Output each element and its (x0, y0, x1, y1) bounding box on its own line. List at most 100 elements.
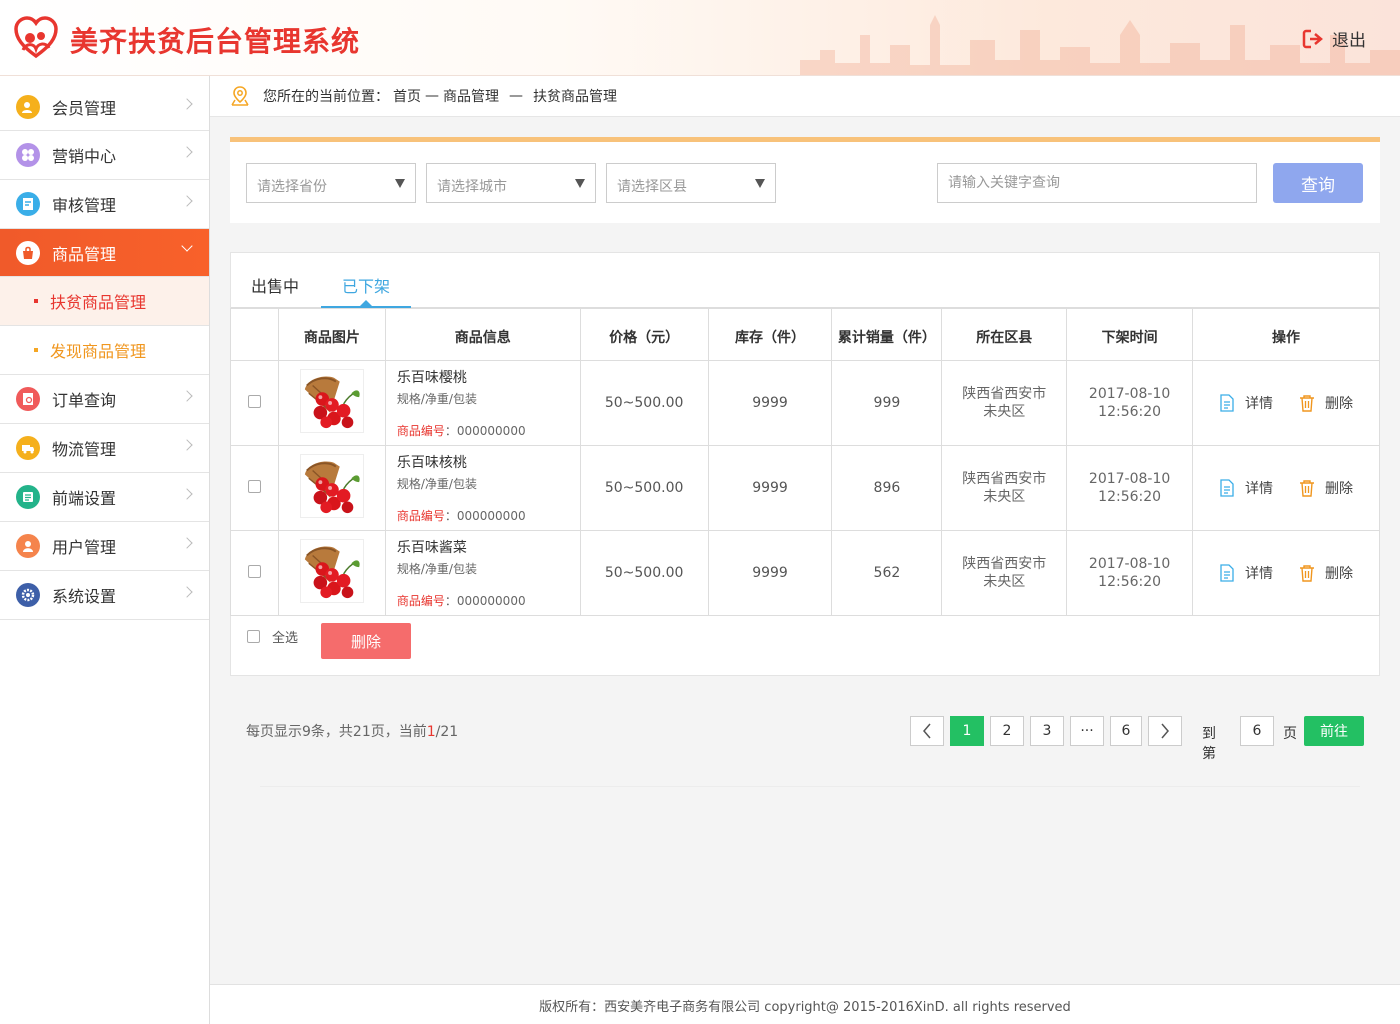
bullet-icon (34, 348, 38, 352)
logo-icon (14, 16, 58, 59)
province-select[interactable]: 请选择省份 (246, 163, 416, 203)
delete-button[interactable]: 删除 (1299, 478, 1353, 498)
table-header: 累计销量（件） (831, 308, 943, 361)
page-button[interactable]: 2 (990, 716, 1024, 746)
operations-cell: 详情 删除 (1192, 445, 1380, 531)
chevron-right-icon (181, 195, 193, 207)
settings-icon (16, 583, 40, 607)
logistics-icon (16, 436, 40, 460)
product-code-value: ：000000000 (444, 509, 526, 523)
row-checkbox[interactable] (247, 479, 261, 493)
chevron-right-icon (1161, 723, 1169, 739)
dropdown-triangle-icon (755, 179, 765, 188)
detail-icon (1220, 564, 1234, 582)
select-all-checkbox[interactable] (247, 630, 260, 643)
off-shelf-time-cell: 2017-08-10 12:56:20 (1066, 445, 1194, 531)
sidebar-item-frontend[interactable]: 前端设置 (0, 473, 209, 522)
chevron-right-icon (181, 439, 193, 451)
sidebar-item-label: 营销中心 (52, 147, 117, 166)
goto-page-input[interactable]: 6 (1240, 716, 1274, 746)
select-all-label: 全选 (272, 631, 299, 646)
marketing-icon (16, 143, 40, 167)
keyword-search-input[interactable] (937, 163, 1257, 203)
sidebar-item-users[interactable]: 用户管理 (0, 522, 209, 571)
breadcrumb-home[interactable]: 首页 (393, 86, 421, 106)
detail-button[interactable]: 详情 (1219, 563, 1273, 583)
breadcrumb-section[interactable]: 商品管理 (443, 86, 499, 106)
row-checkbox[interactable] (247, 564, 261, 578)
off-shelf-time-cell: 2017-08-10 12:56:20 (1066, 530, 1194, 616)
dropdown-triangle-icon (575, 179, 585, 188)
page-button[interactable]: 1 (950, 716, 984, 746)
city-select[interactable]: 请选择城市 (426, 163, 596, 203)
off-shelf-date: 2017-08-10 (1088, 471, 1171, 487)
order-icon (16, 387, 40, 411)
sidebar-item-member[interactable]: 会员管理 (0, 83, 209, 131)
page-ellipsis-button[interactable]: ··· (1070, 716, 1104, 746)
audit-icon (16, 192, 40, 216)
member-icon (16, 94, 40, 119)
bulk-delete-button[interactable]: 删除 (321, 623, 411, 659)
sidebar-subitem-poverty-goods[interactable]: 扶贫商品管理 (0, 277, 209, 326)
delete-button[interactable]: 删除 (1299, 563, 1353, 583)
table-header: 商品图片 (277, 308, 386, 361)
product-code-value: ：000000000 (444, 424, 526, 438)
region-district: 未央区 (983, 404, 1026, 420)
goto-label: 到第 (1202, 726, 1216, 762)
sidebar-item-settings[interactable]: 系统设置 (0, 571, 209, 620)
stock-cell: 9999 (707, 530, 833, 616)
detail-button[interactable]: 详情 (1219, 478, 1273, 498)
district-select-value: 请选择区县 (617, 179, 687, 195)
table-row: 乐百味酱菜 规格/净重/包装 商品编号：000000000 50~500.00 9999… (230, 530, 1380, 616)
query-button[interactable]: 查询 (1273, 163, 1363, 203)
breadcrumb-separator: — (425, 88, 439, 104)
delete-label: 删除 (1325, 566, 1354, 582)
page-button[interactable]: 6 (1110, 716, 1142, 746)
delete-button[interactable]: 删除 (1299, 393, 1353, 413)
prev-page-button[interactable] (910, 716, 944, 746)
sidebar-subitem-discover-goods[interactable]: 发现商品管理 (0, 326, 209, 375)
sidebar-item-goods[interactable]: 商品管理 (0, 229, 209, 277)
sidebar-item-orders[interactable]: 订单查询 (0, 375, 209, 424)
sidebar-item-audit[interactable]: 审核管理 (0, 180, 209, 229)
product-code-label: 商品编号 (396, 509, 445, 523)
product-image (299, 454, 364, 518)
logout-button[interactable]: 退出 (1302, 26, 1366, 51)
sidebar-item-label: 系统设置 (52, 587, 117, 606)
detail-button[interactable]: 详情 (1219, 393, 1273, 413)
chevron-right-icon (181, 537, 193, 549)
region-district: 未央区 (983, 489, 1026, 505)
delete-label: 删除 (1325, 396, 1354, 412)
product-name: 乐百味核桃 (396, 455, 467, 471)
product-code: 商品编号：000000000 (397, 422, 580, 439)
product-code-label: 商品编号 (396, 594, 445, 608)
sidebar-item-marketing[interactable]: 营销中心 (0, 131, 209, 180)
pagination-info-suffix: /21 (435, 724, 459, 740)
sidebar-item-logistics[interactable]: 物流管理 (0, 424, 209, 473)
page-button[interactable]: 3 (1030, 716, 1064, 746)
city-select-value: 请选择城市 (437, 179, 507, 195)
product-code: 商品编号：000000000 (397, 592, 580, 609)
region-cell: 陕西省西安市 未央区 (941, 530, 1068, 616)
tab-bar: 出售中 已下架 (231, 253, 1379, 308)
district-select[interactable]: 请选择区县 (606, 163, 776, 203)
product-spec: 规格/净重/包装 (396, 562, 477, 576)
row-checkbox[interactable] (247, 394, 261, 408)
sidebar-item-label: 订单查询 (52, 391, 117, 410)
region-province-city: 陕西省西安市 (962, 386, 1047, 402)
goto-button[interactable]: 前往 (1304, 716, 1364, 746)
table-header: 价格（元） (579, 308, 709, 361)
user-icon (16, 534, 40, 558)
table-row: 乐百味核桃 规格/净重/包装 商品编号：000000000 50~500.00 9999… (230, 445, 1380, 531)
sales-cell: 999 (831, 360, 943, 446)
tab-on-sale[interactable]: 出售中 (251, 273, 299, 297)
bullet-icon (34, 299, 38, 303)
delete-icon (1300, 395, 1315, 412)
product-info-cell: 乐百味酱菜 规格/净重/包装 商品编号：000000000 (384, 530, 581, 616)
next-page-button[interactable] (1148, 716, 1182, 746)
table-header: 所在区县 (941, 308, 1068, 361)
tab-off-shelf[interactable]: 已下架 (342, 273, 390, 297)
goods-table: 商品图片 商品信息 价格（元） 库存（件） 累计销量（件） 所在区县 下架时间 … (230, 308, 1380, 616)
chevron-left-icon (923, 723, 931, 739)
bulk-actions: 全选 删除 (247, 623, 411, 659)
